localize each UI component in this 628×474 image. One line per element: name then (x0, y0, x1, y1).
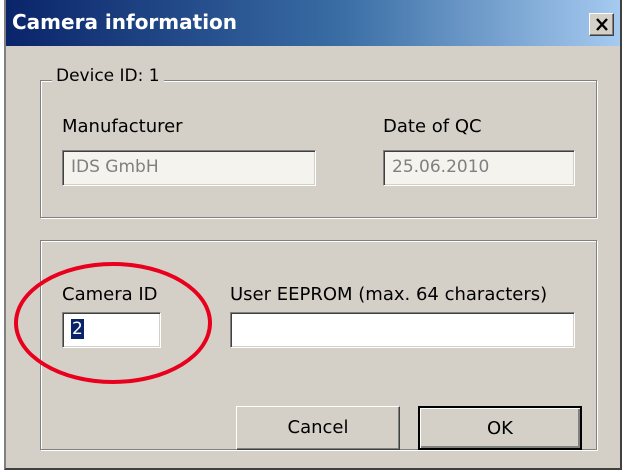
camera-information-dialog: Camera information Device ID: 1 Manufact… (4, 0, 622, 470)
manufacturer-field: IDS GmbH (62, 150, 316, 186)
camera-id-input[interactable]: 2 (62, 312, 161, 348)
close-button[interactable] (589, 13, 614, 36)
camera-id-value: 2 (71, 319, 84, 339)
cancel-button[interactable]: Cancel (236, 406, 400, 450)
manufacturer-label: Manufacturer (62, 116, 183, 137)
window-title: Camera information (12, 10, 238, 34)
user-eeprom-input[interactable] (230, 312, 575, 348)
date-of-qc-field: 25.06.2010 (383, 150, 575, 186)
title-bar[interactable]: Camera information (6, 0, 620, 46)
page: Camera information Device ID: 1 Manufact… (0, 0, 628, 474)
date-of-qc-label: Date of QC (383, 116, 482, 137)
device-id-groupbox (40, 80, 597, 218)
close-icon (596, 18, 608, 31)
ok-button[interactable]: OK (418, 406, 582, 450)
device-id-legend: Device ID: 1 (52, 66, 164, 86)
camera-id-label: Camera ID (62, 284, 158, 305)
user-eeprom-label: User EEPROM (max. 64 characters) (230, 284, 548, 305)
